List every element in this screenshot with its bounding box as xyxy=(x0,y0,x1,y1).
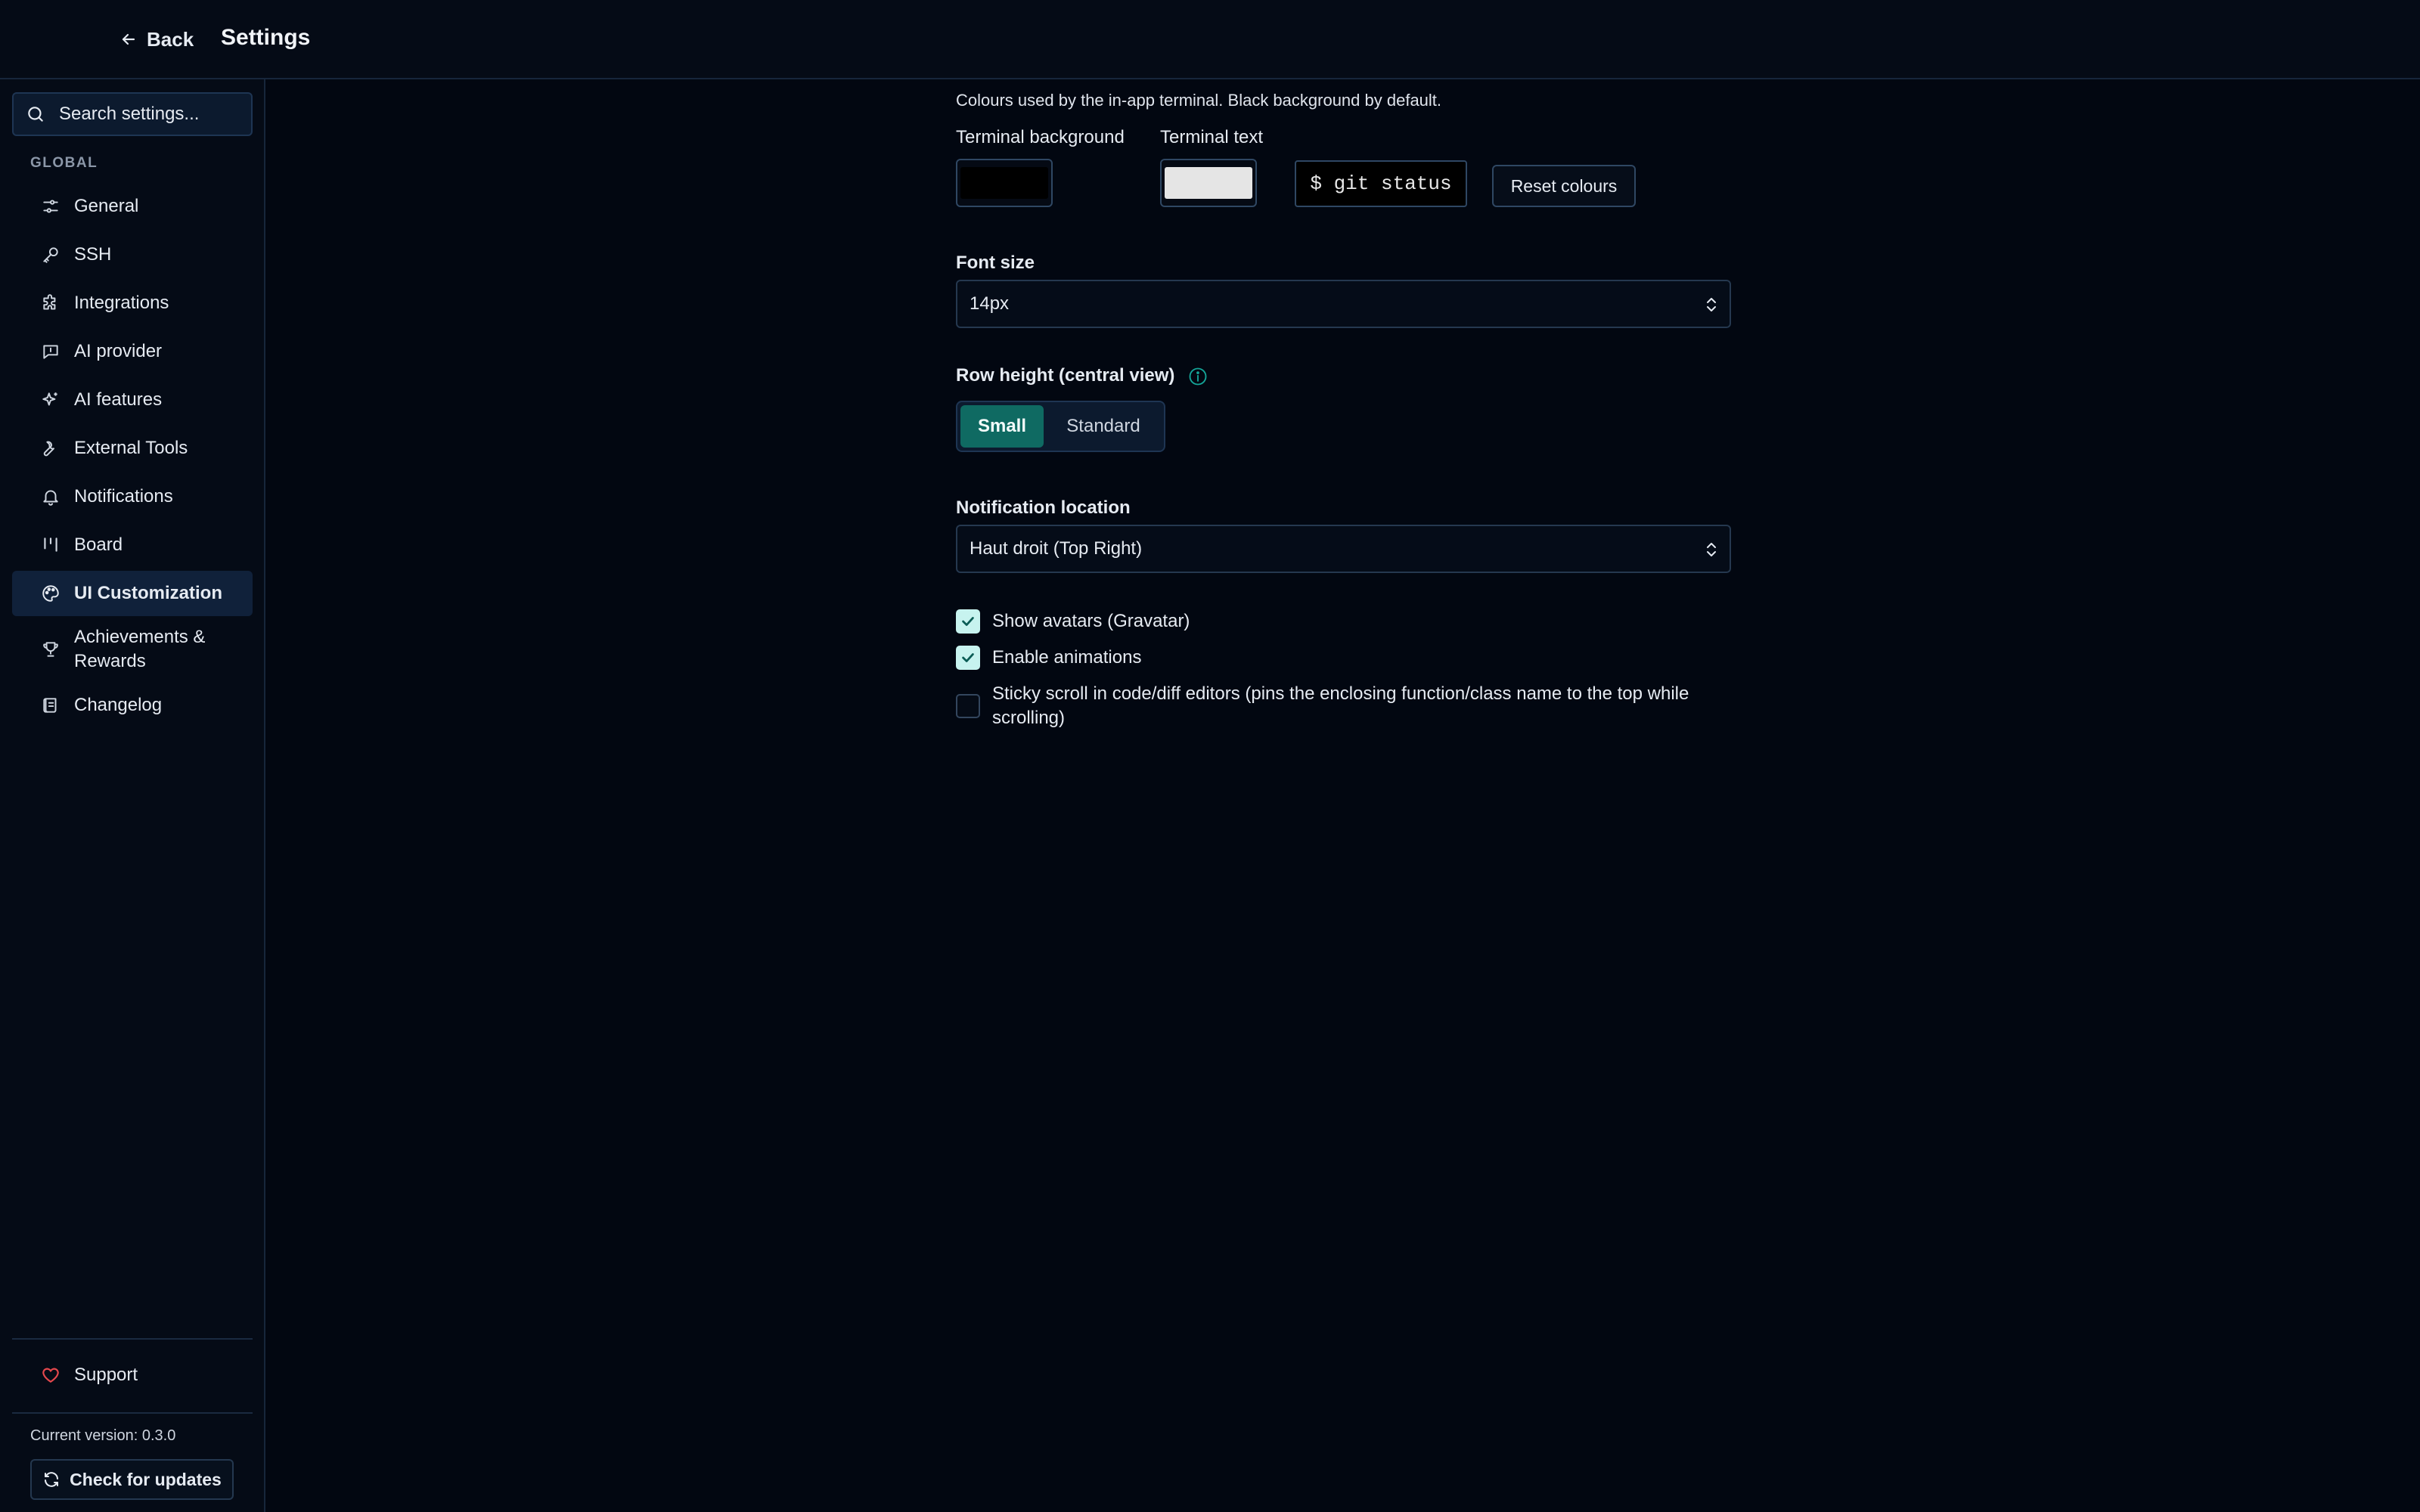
sidebar-item-label: Board xyxy=(74,534,123,555)
check-updates-button[interactable]: Check for updates xyxy=(30,1459,234,1500)
search-box[interactable] xyxy=(12,92,253,136)
terminal-text-color-picker[interactable] xyxy=(1160,159,1257,207)
sidebar-divider xyxy=(12,1338,253,1340)
terminal-preview-text: $ git status xyxy=(1310,172,1452,195)
sidebar-item-label: Achievements & Rewards xyxy=(74,627,206,671)
arrow-left-icon xyxy=(119,30,138,48)
row-height-small-option[interactable]: Small xyxy=(960,405,1044,448)
checkmark-icon xyxy=(962,617,974,626)
enable-animations-checkbox[interactable] xyxy=(956,646,980,670)
key-icon xyxy=(41,245,60,265)
sidebar-item-integrations[interactable]: Integrations xyxy=(12,280,253,326)
notification-location-value: Haut droit (Top Right) xyxy=(970,538,1143,559)
sidebar-item-label: Integrations xyxy=(74,293,169,313)
sidebar-item-label: AI provider xyxy=(74,341,163,361)
show-avatars-label: Show avatars (Gravatar) xyxy=(992,611,1190,631)
trophy-icon xyxy=(41,640,60,659)
enable-animations-label: Enable animations xyxy=(992,647,1142,668)
sticky-scroll-row: Sticky scroll in code/diff editors (pins… xyxy=(956,682,1731,730)
sidebar-item-label: SSH xyxy=(74,244,112,265)
sidebar-nav: General SSH Integrations AI provider AI … xyxy=(12,184,253,731)
sparkles-icon xyxy=(41,390,60,410)
enable-animations-row: Enable animations xyxy=(956,646,1731,670)
page-title: Settings xyxy=(221,25,311,50)
font-size-label: Font size xyxy=(956,253,1035,273)
sidebar-item-label: Changelog xyxy=(74,695,163,715)
row-height-label: Row height (central view) xyxy=(956,365,1175,386)
row-height-toggle: Small Standard xyxy=(956,401,1165,452)
top-header: Back Settings xyxy=(0,0,2420,79)
kanban-icon xyxy=(41,535,60,555)
checkmark-icon xyxy=(962,653,974,662)
font-size-value: 14px xyxy=(970,293,1010,314)
sidebar-divider xyxy=(12,1412,253,1414)
sidebar-item-notifications[interactable]: Notifications xyxy=(12,474,253,519)
notification-location-label: Notification location xyxy=(956,497,1131,518)
version-text: Current version: 0.3.0 xyxy=(30,1427,176,1444)
terminal-background-label: Terminal background xyxy=(956,127,1125,147)
search-icon xyxy=(26,104,45,124)
back-label: Back xyxy=(147,27,194,51)
sidebar-item-board[interactable]: Board xyxy=(12,522,253,568)
back-button[interactable]: Back xyxy=(119,24,194,54)
search-input[interactable] xyxy=(59,104,240,125)
terminal-colours-description: Colours used by the in-app terminal. Bla… xyxy=(956,91,1442,110)
sidebar-item-label: Notifications xyxy=(74,486,173,507)
terminal-background-color-picker[interactable] xyxy=(956,159,1053,207)
sidebar-item-label: General xyxy=(74,196,139,216)
bell-icon xyxy=(41,487,60,507)
sticky-scroll-checkbox[interactable] xyxy=(956,694,980,718)
terminal-text-swatch xyxy=(1165,167,1252,199)
sidebar-item-general[interactable]: General xyxy=(12,184,253,229)
sidebar-item-label: External Tools xyxy=(74,438,188,458)
sidebar-item-label: AI features xyxy=(74,389,163,410)
sidebar-item-ssh[interactable]: SSH xyxy=(12,232,253,277)
terminal-text-label: Terminal text xyxy=(1160,127,1264,147)
heart-icon xyxy=(41,1365,60,1385)
show-avatars-checkbox[interactable] xyxy=(956,609,980,634)
font-size-select[interactable]: 14px xyxy=(956,280,1731,328)
scroll-icon xyxy=(41,696,60,715)
group-label-global: GLOBAL xyxy=(30,155,98,171)
refresh-icon xyxy=(42,1470,60,1489)
chevron-up-down-icon xyxy=(1704,296,1719,313)
show-avatars-row: Show avatars (Gravatar) xyxy=(956,609,1731,634)
sidebar-item-external-tools[interactable]: External Tools xyxy=(12,426,253,471)
sliders-icon xyxy=(41,197,60,216)
sidebar-item-ai-features[interactable]: AI features xyxy=(12,377,253,423)
terminal-background-swatch xyxy=(960,167,1048,199)
wrench-icon xyxy=(41,438,60,458)
sidebar-item-achievements[interactable]: Achievements & Rewards xyxy=(12,619,253,680)
palette-icon xyxy=(41,584,60,603)
message-square-icon xyxy=(41,342,60,361)
reset-colours-button[interactable]: Reset colours xyxy=(1492,165,1636,207)
settings-sidebar: GLOBAL General SSH Integrations AI provi… xyxy=(0,79,265,1512)
chevron-up-down-icon xyxy=(1704,541,1719,558)
row-height-standard-option[interactable]: Standard xyxy=(1047,405,1160,448)
info-icon[interactable] xyxy=(1187,366,1208,387)
check-updates-label: Check for updates xyxy=(70,1469,222,1489)
sticky-scroll-label: Sticky scroll in code/diff editors (pins… xyxy=(992,683,1689,728)
sidebar-item-ai-provider[interactable]: AI provider xyxy=(12,329,253,374)
sidebar-item-ui-customization[interactable]: UI Customization xyxy=(12,571,253,616)
support-label: Support xyxy=(74,1365,138,1385)
sidebar-item-changelog[interactable]: Changelog xyxy=(12,683,253,728)
notification-location-select[interactable]: Haut droit (Top Right) xyxy=(956,525,1731,573)
sidebar-item-label: UI Customization xyxy=(74,583,222,603)
terminal-preview: $ git status xyxy=(1295,160,1467,207)
puzzle-icon xyxy=(41,293,60,313)
support-link[interactable]: Support xyxy=(41,1365,138,1386)
